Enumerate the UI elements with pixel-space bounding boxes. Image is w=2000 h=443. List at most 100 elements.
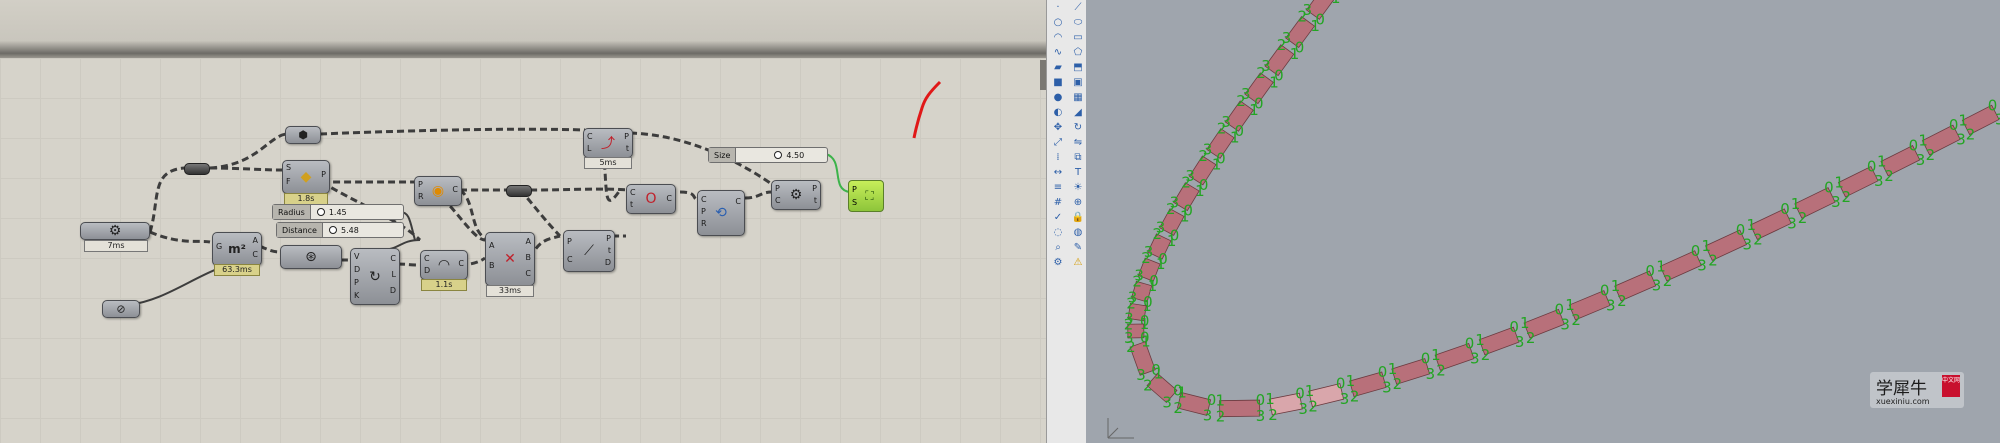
custom-preview-component[interactable]: P S ⛶ [848, 180, 884, 212]
vertex-index-label: 2 [1126, 338, 1136, 356]
area-component[interactable]: G A C m² [212, 232, 262, 266]
deconstruct-component[interactable]: P C P t ⚙ [771, 180, 821, 210]
vertex-index-label: 2 [1198, 147, 1208, 165]
surface-icon[interactable]: ▰ [1051, 62, 1065, 74]
polyline-component[interactable]: C P R C ⟲ [697, 190, 745, 236]
move-icon[interactable]: ✥ [1051, 122, 1065, 134]
solid-icon[interactable]: ■ [1051, 77, 1065, 89]
polygon-icon[interactable]: ⬠ [1071, 47, 1085, 59]
vertex-index-label: 2 [1277, 36, 1287, 54]
vertex-index-label: 2 [1216, 408, 1226, 426]
vertex-index-label: 0 [1736, 221, 1746, 239]
check-icon[interactable]: ✓ [1051, 212, 1065, 224]
warning-icon[interactable]: ⚠ [1071, 257, 1085, 269]
grasshopper-canvas[interactable]: ⚙ 7ms G A C m² 63.3ms ⬢ S F P ◆ 1.8s Rad… [0, 0, 1046, 443]
polyline-icon[interactable]: ⟋ [1071, 2, 1085, 14]
size-slider[interactable]: Size 4.50 [708, 147, 828, 163]
layer-icon[interactable]: ≡ [1051, 182, 1065, 194]
circle-icon[interactable]: ○ [1051, 17, 1065, 29]
slider-knob[interactable] [328, 226, 337, 234]
vertex-index-label: 1 [1834, 174, 1844, 192]
lock-icon[interactable]: 🔒 [1071, 212, 1085, 224]
paint-icon[interactable]: ✎ [1071, 242, 1085, 254]
intersect-component[interactable]: A B A B C ✕ [485, 232, 535, 286]
divide-component[interactable]: C D C ◠ [420, 250, 468, 280]
analyze-icon[interactable]: ⌕ [1051, 242, 1065, 254]
render-icon[interactable]: ☀ [1071, 182, 1085, 194]
vertex-index-label: 1 [1195, 182, 1205, 200]
curve-param-icon: ⊘ [116, 302, 126, 316]
vertex-index-label: 1 [1216, 392, 1226, 410]
hide-icon[interactable]: ◌ [1051, 227, 1065, 239]
wire [149, 230, 211, 244]
properties-icon[interactable]: ⚙ [1051, 257, 1065, 269]
extrude-icon[interactable]: ⬒ [1071, 62, 1085, 74]
curve-icon[interactable]: ∿ [1051, 47, 1065, 59]
rhino-perspective-viewport[interactable]: 2301230123012301230123012301230123012301… [1086, 0, 2000, 443]
vertex-index-label: 0 [1421, 350, 1431, 368]
ellipse-icon[interactable]: ⬭ [1071, 17, 1085, 29]
sphere-icon[interactable]: ● [1051, 92, 1065, 104]
vertex-index-label: 2 [1308, 398, 1318, 416]
curve-component[interactable]: C L P t ⤴ [583, 128, 633, 158]
evaluate-component[interactable]: ⊛ [280, 245, 342, 269]
curve-param[interactable]: ⊘ [102, 300, 140, 318]
gear-icon: ⚙ [789, 187, 803, 203]
vertex-index-label: 0 [1600, 282, 1610, 300]
intersect-icon: ✕ [504, 251, 516, 267]
slider-knob[interactable] [316, 208, 325, 216]
mirror-icon[interactable]: ⇋ [1071, 137, 1085, 149]
relay-node[interactable] [506, 185, 532, 197]
rotate-icon[interactable]: ↻ [1071, 122, 1085, 134]
vertex-index-label: 0 [1336, 375, 1346, 393]
relay-node[interactable] [184, 163, 210, 175]
show-icon[interactable]: ◍ [1071, 227, 1085, 239]
box-icon[interactable]: ▣ [1071, 77, 1085, 89]
boolean-icon[interactable]: ◐ [1051, 107, 1065, 119]
vertex-index-label: 2 [1236, 92, 1246, 110]
vertex-index-label: 1 [1177, 384, 1187, 402]
pipe-segment [1219, 399, 1261, 418]
vertex-index-label: 0 [1465, 335, 1475, 353]
group-icon[interactable]: ⧉ [1071, 152, 1085, 164]
rectangle-icon[interactable]: ▭ [1071, 32, 1085, 44]
arc-icon[interactable]: ◠ [1051, 32, 1065, 44]
vertex-index-label: 3 [1340, 390, 1350, 408]
params-icon: ⚙ [108, 223, 122, 239]
mesh-icon[interactable]: ▦ [1071, 92, 1085, 104]
split-icon: ⟋ [584, 243, 594, 259]
vertex-index-label: 0 [1295, 384, 1305, 402]
vertex-index-label: 1 [1918, 132, 1928, 150]
rhino-toolbar: · ⟋ ○ ⬭ ◠ ▭ ∿ ⬠ ▰ ⬒ ■ ▣ ● ▦ ◐ ◢ ✥ ↻ ⤢ ⇋ ⁞ ⧉ ↔ T ≡ ☀ #… [1046, 0, 1088, 443]
vertex-index-label: 0 [1988, 96, 1998, 114]
pipe-icon: ◉ [431, 183, 445, 199]
dimension-icon[interactable]: ↔ [1051, 167, 1065, 179]
point-icon[interactable]: · [1051, 2, 1065, 14]
timing-intersect: 33ms [486, 285, 534, 297]
vertex-index-label: 1 [1520, 314, 1530, 332]
distance-slider[interactable]: Distance 5.48 [276, 222, 404, 238]
text-icon[interactable]: T [1071, 167, 1085, 179]
brep-component[interactable]: S F P ◆ [282, 160, 330, 194]
radius-slider[interactable]: Radius 1.45 [272, 204, 404, 220]
timing-divide: 1.1s [421, 279, 467, 291]
offset-component[interactable]: C t C O [626, 184, 676, 214]
geometry-param[interactable]: ⬢ [285, 126, 321, 144]
vertex-index-label: 1 [1388, 360, 1398, 378]
area-icon: m² [228, 242, 246, 256]
vertex-index-label: 0 [1555, 300, 1565, 318]
split-component[interactable]: P C P t D ⟋ [563, 230, 615, 272]
vertex-index-label: 1 [1249, 101, 1259, 119]
pipe-component[interactable]: P R C ◉ [414, 176, 462, 206]
scale-icon[interactable]: ⤢ [1051, 137, 1065, 149]
sort-component[interactable]: V D P K C L D ↻ [350, 248, 400, 305]
snap-icon[interactable]: ⊕ [1071, 197, 1085, 209]
input-param[interactable]: ⚙ [80, 222, 150, 240]
vertex-index-label: 2 [1166, 200, 1176, 218]
vertex-index-label: 2 [1173, 399, 1183, 417]
slider-knob[interactable] [774, 151, 783, 159]
array-icon[interactable]: ⁞ [1051, 152, 1065, 164]
vertex-index-label: 2 [1181, 174, 1191, 192]
grid-icon[interactable]: # [1051, 197, 1065, 209]
fillet-icon[interactable]: ◢ [1071, 107, 1085, 119]
